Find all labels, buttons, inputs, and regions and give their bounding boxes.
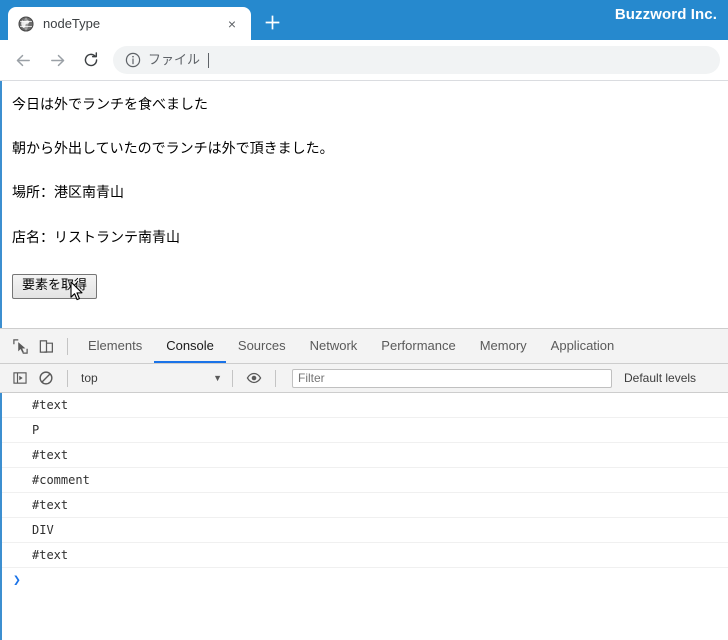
tab-close-icon[interactable]: × — [223, 15, 241, 33]
console-message-row: DIV — [2, 518, 728, 543]
plus-icon — [265, 15, 279, 29]
console-context-selector[interactable]: top ▼ — [76, 371, 224, 385]
console-filter-input[interactable] — [292, 368, 612, 388]
navigation-toolbar: ファイル — [0, 40, 728, 81]
toolbar-divider — [67, 337, 68, 355]
tab-strip: nodeType × Buzzword Inc. — [0, 0, 728, 40]
devtools-tab-console[interactable]: Console — [154, 329, 226, 363]
console-toolbar: top ▼ Default levels — [0, 364, 728, 393]
console-toolbar-divider-3 — [275, 369, 276, 387]
inspect-element-icon — [12, 338, 28, 354]
devtools-tab-performance[interactable]: Performance — [369, 329, 467, 363]
console-sidebar-toggle-button[interactable] — [7, 365, 33, 391]
console-log-levels-selector[interactable]: Default levels — [624, 371, 696, 385]
back-arrow-icon — [16, 54, 30, 66]
devtools-tab-memory[interactable]: Memory — [468, 329, 539, 363]
console-message-row: #text — [2, 493, 728, 518]
new-tab-button[interactable] — [259, 10, 285, 34]
console-toolbar-divider-2 — [232, 369, 233, 387]
reload-button[interactable] — [77, 46, 105, 74]
live-expression-button[interactable] — [241, 365, 267, 391]
page-viewport: 今日は外でランチを食べました 朝から外出していたのでランチは外で頂きました。 場… — [0, 81, 728, 328]
show-console-sidebar-icon — [13, 372, 27, 384]
console-message-row: #text — [2, 393, 728, 418]
console-output-area: #text P #text #comment #text DIV #text ❯ — [0, 393, 728, 640]
device-toolbar-icon — [39, 339, 53, 353]
info-circle-icon — [125, 52, 141, 68]
devtools-panel: Elements Console Sources Network Perform… — [0, 328, 728, 640]
inspect-element-button[interactable] — [7, 333, 33, 359]
devtools-tab-network[interactable]: Network — [298, 329, 370, 363]
address-bar-text: ファイル — [148, 52, 201, 67]
page-paragraph-3: 場所：港区南青山 — [12, 185, 124, 201]
get-element-button[interactable]: 要素を取得 — [12, 274, 98, 299]
clear-console-icon — [39, 371, 53, 385]
console-toolbar-divider-1 — [67, 369, 68, 387]
console-input-prompt[interactable]: ❯ — [2, 568, 728, 592]
browser-tab-nodetype[interactable]: nodeType × — [8, 7, 251, 40]
browser-window: nodeType × Buzzword Inc. ファイル 今日は外でランチを食… — [0, 0, 728, 640]
forward-button[interactable] — [43, 46, 71, 74]
console-message-row: #comment — [2, 468, 728, 493]
devtools-tab-elements[interactable]: Elements — [76, 329, 154, 363]
forward-arrow-icon — [50, 54, 64, 66]
devtools-tab-sources[interactable]: Sources — [226, 329, 298, 363]
page-paragraph-1: 今日は外でランチを食べました — [12, 97, 208, 113]
console-message-row: #text — [2, 543, 728, 568]
address-bar-caret — [208, 52, 210, 68]
clear-console-button[interactable] — [33, 365, 59, 391]
address-bar[interactable]: ファイル — [113, 46, 720, 74]
devtools-tab-application[interactable]: Application — [539, 329, 627, 363]
chevron-down-icon: ▼ — [213, 373, 222, 383]
console-message-row: #text — [2, 443, 728, 468]
globe-icon — [18, 15, 34, 32]
device-toolbar-button[interactable] — [33, 333, 59, 359]
tab-title: nodeType — [43, 15, 101, 31]
page-paragraph-4: 店名：リストランテ南青山 — [12, 229, 180, 246]
page-paragraph-2: 朝から外出していたのでランチは外で頂きました。 — [12, 140, 334, 157]
window-brand-title: Buzzword Inc. — [614, 6, 717, 23]
live-expression-eye-icon — [246, 372, 262, 384]
reload-icon — [84, 52, 98, 67]
devtools-tabbar: Elements Console Sources Network Perform… — [0, 329, 728, 364]
console-message-row: P — [2, 418, 728, 443]
back-button[interactable] — [9, 46, 37, 74]
console-context-value: top — [81, 371, 98, 385]
